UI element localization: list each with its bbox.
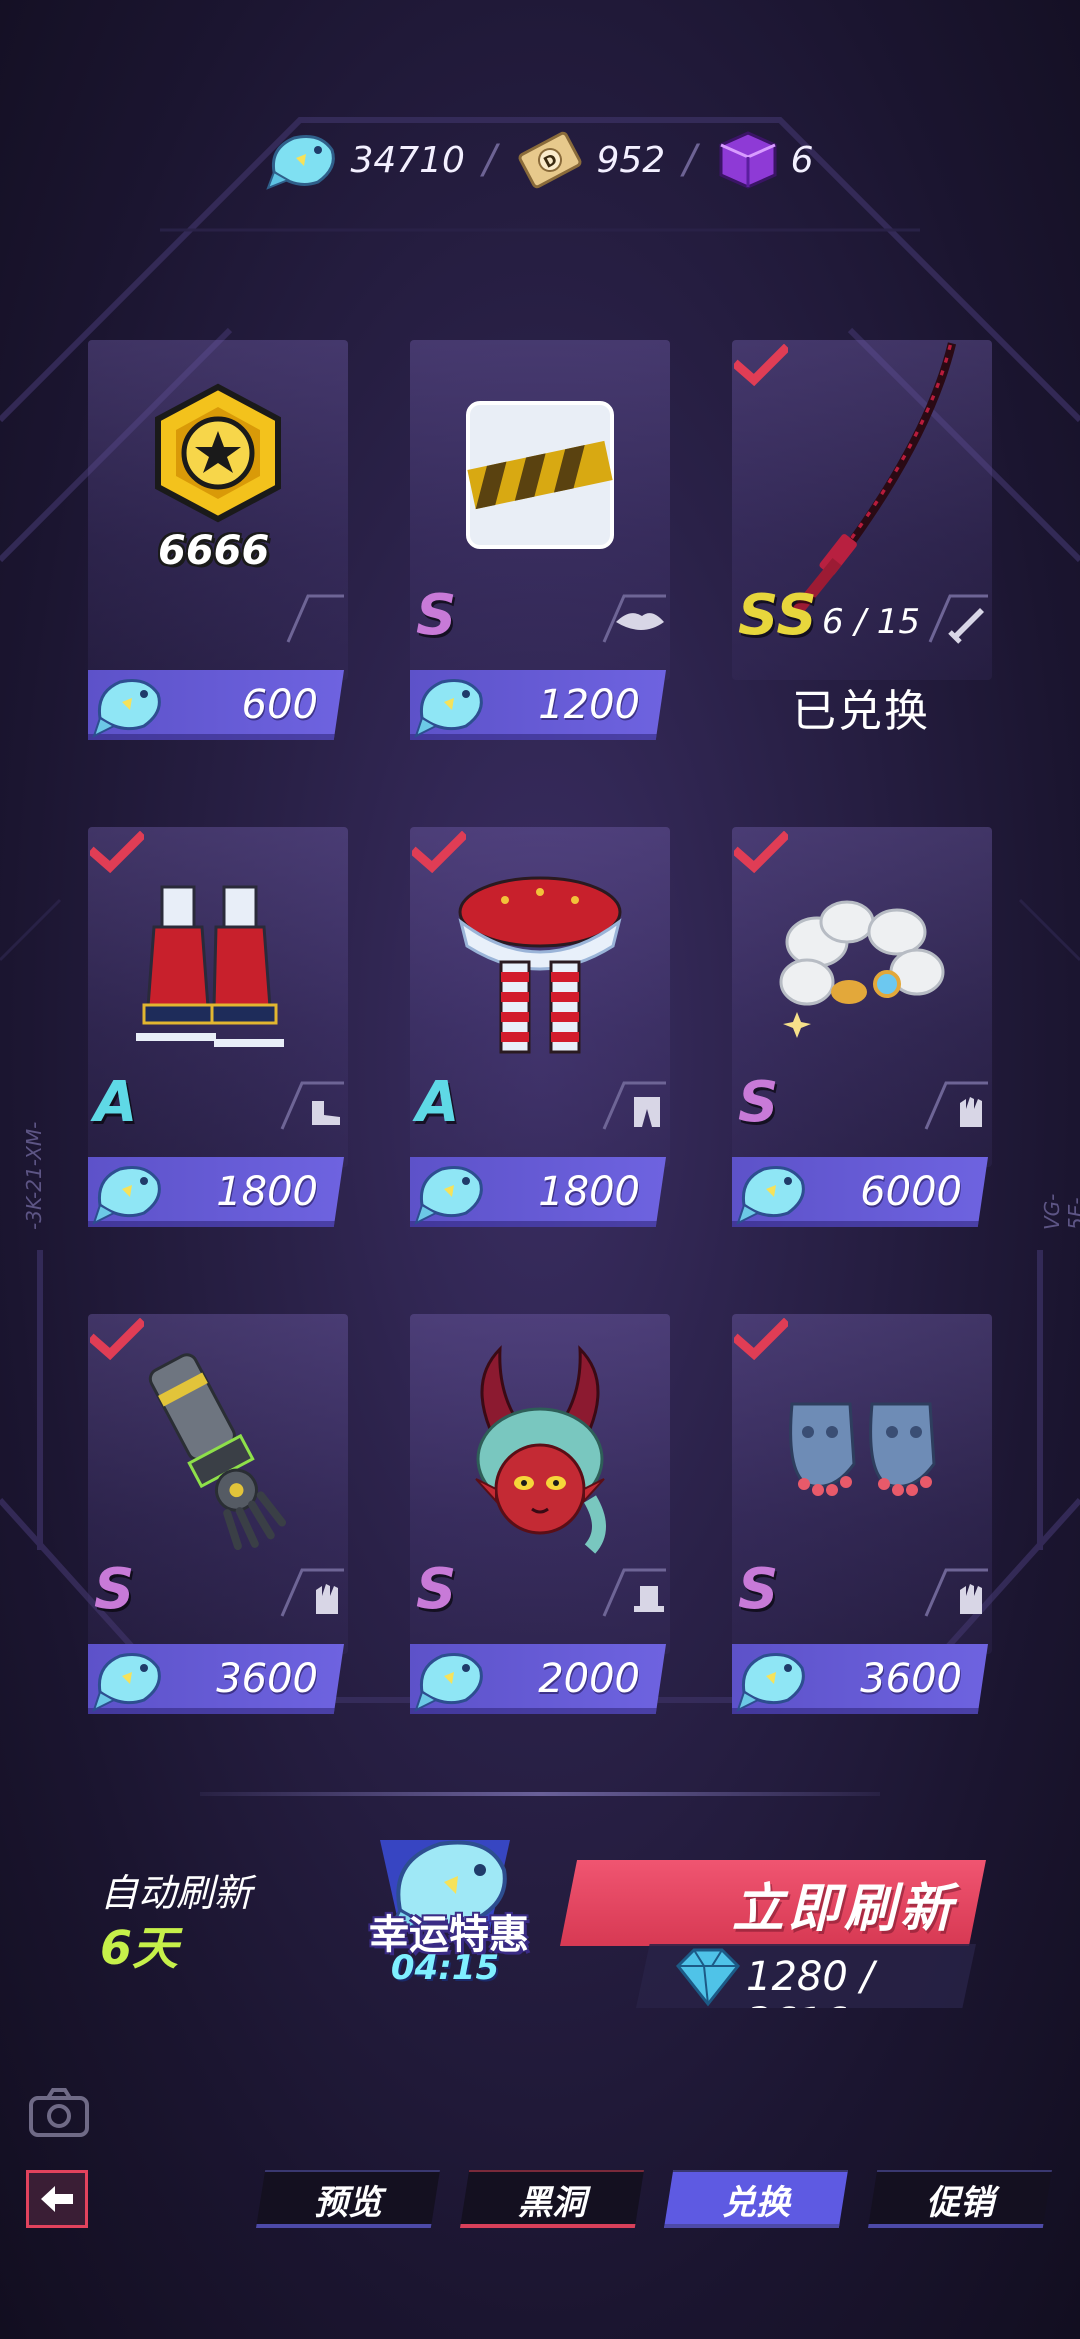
fish-currency[interactable]: 34710: [266, 128, 465, 192]
shop-item-card[interactable]: 6666 600: [88, 340, 348, 740]
cube-icon: [719, 131, 777, 189]
tab-label: 促销: [926, 2182, 994, 2223]
auto-refresh-days: 6天: [100, 1921, 179, 1975]
rarity-badge: A: [94, 1070, 138, 1135]
price-tag[interactable]: 1200: [410, 670, 666, 740]
diamond-icon: [675, 1948, 741, 2007]
auto-refresh-label: 自动刷新: [100, 1871, 253, 1915]
cube-amount: 6: [790, 139, 814, 181]
glove-icon: [924, 1568, 988, 1617]
currency-separator: /: [683, 137, 697, 183]
fish-icon: [414, 1653, 483, 1712]
redeem-progress: 6 / 15: [822, 602, 920, 642]
shop-item-card[interactable]: S 1200: [410, 340, 670, 740]
sword-icon: [928, 594, 988, 644]
shop-item-card[interactable]: A 1800: [88, 827, 348, 1227]
price-tag[interactable]: 6000: [732, 1157, 988, 1227]
back-button[interactable]: [26, 2170, 88, 2228]
currency-separator: /: [482, 137, 497, 183]
shop-item-card[interactable]: SS 6 / 15 已兑换: [732, 340, 992, 737]
tab-promotion[interactable]: 促销: [868, 2170, 1052, 2228]
item-price: 6000: [860, 1169, 962, 1215]
redeemed-status: 已兑换: [792, 686, 930, 737]
skates-art: [118, 857, 318, 1067]
hat-icon: [602, 1568, 666, 1617]
rarity-badge: S: [416, 1557, 457, 1622]
gloves-art: [762, 1344, 962, 1554]
shop-grid: 6666 600 S 1200 SS 6 / 15 已兑换 A 1800 A 1…: [88, 340, 992, 1714]
rarity-badge: S: [738, 1557, 779, 1622]
fish-icon: [266, 135, 336, 190]
lucky-deal-timer: 04:15: [390, 1948, 500, 1988]
camera-icon[interactable]: [28, 2086, 90, 2138]
fish-icon: [92, 1166, 161, 1225]
fish-icon: [92, 1653, 161, 1712]
lips-icon: [602, 594, 666, 643]
rarity-badge: S: [738, 1070, 779, 1135]
item-price: 600: [241, 682, 318, 728]
refresh-now-button[interactable]: 立即刷新: [560, 1860, 986, 1946]
mech-arm-art: [118, 1344, 318, 1554]
fish-icon: [414, 679, 483, 738]
price-tag[interactable]: 2000: [410, 1644, 666, 1714]
price-tag[interactable]: 3600: [732, 1644, 988, 1714]
side-code-left: -3K-21-XM-: [22, 1121, 46, 1230]
shop-item-card[interactable]: S 3600: [732, 1314, 992, 1714]
glove-icon: [924, 1081, 988, 1130]
price-tag[interactable]: 600: [88, 670, 344, 740]
ticket-icon: D: [518, 131, 582, 189]
shop-item-card[interactable]: S 6000: [732, 827, 992, 1227]
tab-preview[interactable]: 预览: [256, 2170, 440, 2228]
skirt-art: [440, 857, 640, 1067]
rarity-badge: S: [416, 583, 457, 648]
currency-bar: 34710 / D 952 / 6: [0, 120, 1080, 200]
tab-label: 兑换: [722, 2182, 790, 2223]
empty-slot-icon: [286, 594, 344, 643]
tab-blackhole[interactable]: 黑洞: [460, 2170, 644, 2228]
arrow-left-icon: [41, 2186, 73, 2212]
fish-icon: [736, 1653, 805, 1712]
gauntlets-art: [762, 857, 962, 1067]
shop-item-card[interactable]: A 1800: [410, 827, 670, 1227]
boot-icon: [280, 1081, 344, 1130]
demon-head-art: [440, 1344, 640, 1554]
rarity-badge: SS: [738, 583, 817, 648]
glove-icon: [280, 1568, 344, 1617]
refresh-cost: 1280 / 3616: [636, 1944, 976, 2008]
price-tag[interactable]: 1800: [410, 1157, 666, 1227]
item-price: 3600: [860, 1656, 962, 1702]
fish-icon: [414, 1166, 483, 1225]
section-divider: [200, 1792, 880, 1796]
fish-icon: [92, 679, 161, 738]
refresh-now-label: 立即刷新: [731, 1878, 956, 1939]
shop-item-card[interactable]: S 2000: [410, 1314, 670, 1714]
side-code-right: VG-5E-IF-: [1040, 1193, 1080, 1230]
tab-label: 预览: [314, 2182, 382, 2223]
item-price: 1800: [216, 1169, 318, 1215]
pants-icon: [602, 1081, 666, 1130]
bottom-tab-bar: 预览 黑洞 兑换 促销: [256, 2170, 1052, 2228]
item-price: 1200: [538, 682, 640, 728]
fish-icon: [736, 1166, 805, 1225]
item-price: 3600: [216, 1656, 318, 1702]
tab-exchange[interactable]: 兑换: [664, 2170, 848, 2228]
cube-currency[interactable]: 6: [715, 129, 814, 191]
fish-amount: 34710: [350, 139, 465, 181]
item-name: 6666: [158, 528, 270, 574]
item-price: 1800: [538, 1169, 640, 1215]
price-tag[interactable]: 1800: [88, 1157, 344, 1227]
price-tag[interactable]: 3600: [88, 1644, 344, 1714]
rarity-badge: S: [94, 1557, 135, 1622]
rarity-badge: A: [416, 1070, 460, 1135]
lucky-deal-badge[interactable]: 幸运特惠 04:15: [340, 1830, 550, 1990]
gold-tape-art: [440, 370, 640, 580]
ticket-currency[interactable]: D 952: [514, 128, 665, 192]
tab-label: 黑洞: [518, 2182, 586, 2223]
item-price: 2000: [538, 1656, 640, 1702]
shop-item-card[interactable]: S 3600: [88, 1314, 348, 1714]
ticket-amount: 952: [596, 139, 666, 181]
